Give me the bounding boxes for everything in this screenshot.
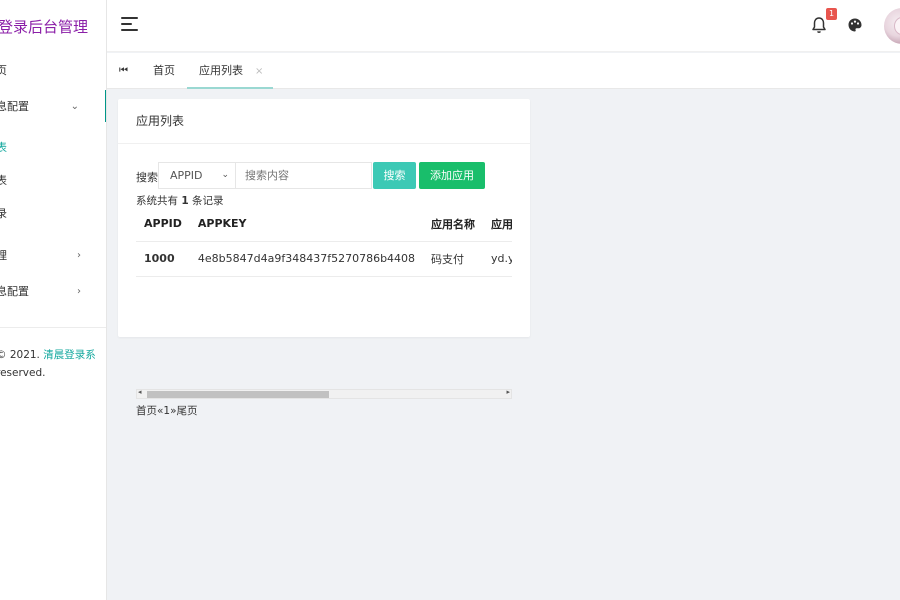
menu-toggle-icon[interactable] xyxy=(121,17,138,31)
search-button[interactable]: 搜索 xyxy=(373,162,416,189)
copyright: © 2021. 清晨登录系 reserved. xyxy=(0,346,96,382)
search-field-select[interactable]: APPID ⌄ xyxy=(158,162,236,189)
tab-home[interactable]: 首页 xyxy=(153,53,175,89)
sidebar-item-label: 录 xyxy=(0,205,7,221)
bell-icon[interactable] xyxy=(811,16,827,34)
table-row: 1000 4e8b5847d4a9f348437f5270786b4408 码支… xyxy=(136,241,512,277)
record-count-value: 1 xyxy=(181,195,189,207)
copyright-prefix: © 2021. xyxy=(0,349,44,361)
tab-bar: ⏮ 首页 应用列表 × xyxy=(107,53,900,89)
scroll-right-arrow-icon[interactable]: ▸ xyxy=(506,388,510,396)
column-header-app-name: 应用名称 xyxy=(423,207,484,242)
pagination[interactable]: 首页«1»尾页 xyxy=(136,403,198,418)
sidebar-item-label: 页 xyxy=(0,62,7,78)
tab-app-list[interactable]: 应用列表 × xyxy=(187,53,273,89)
table-horizontal-scrollbar[interactable]: ◂ ▸ xyxy=(136,388,512,399)
sidebar-item-label: 息配置 xyxy=(0,285,29,298)
record-count: 系统共有 1 条记录 xyxy=(136,193,224,208)
column-header-app-domain: 应用域名 xyxy=(483,207,512,242)
copyright-line2: reserved. xyxy=(0,367,46,379)
sidebar-item-label: 息配置 xyxy=(0,100,29,113)
chevron-right-icon: › xyxy=(77,285,81,297)
cell-appid: 1000 xyxy=(136,241,190,277)
app-table-wrapper: APPID APPKEY 应用名称 应用域名 1000 4e8b5847d4a9… xyxy=(136,207,512,377)
chevron-right-icon: › xyxy=(77,249,81,261)
sidebar-item-app-list[interactable]: 表 xyxy=(0,131,106,163)
sidebar-item-list-2[interactable]: 表 xyxy=(0,164,106,196)
app-list-card: 应用列表 搜索 APPID ⌄ 搜索 添加应用 系统共有 1 条记录 APPID… xyxy=(118,99,530,417)
sidebar-item-records[interactable]: 录 xyxy=(0,197,106,229)
tab-scroll-left-icon[interactable]: ⏮ xyxy=(119,65,128,76)
sidebar-item-label: 表 xyxy=(0,172,7,188)
record-suffix: 条记录 xyxy=(188,195,224,207)
column-header-appid: APPID xyxy=(136,207,190,242)
table-header-row: APPID APPKEY 应用名称 应用域名 xyxy=(136,207,512,242)
app-table: APPID APPKEY 应用名称 应用域名 1000 4e8b5847d4a9… xyxy=(136,207,512,277)
sidebar-item-home[interactable]: 页 xyxy=(0,54,106,86)
search-input[interactable] xyxy=(236,162,372,189)
cell-appkey: 4e8b5847d4a9f348437f5270786b4408 xyxy=(189,241,424,277)
chevron-down-icon: ⌄ xyxy=(221,170,229,180)
tab-label: 应用列表 xyxy=(199,64,243,77)
sidebar-divider xyxy=(0,327,106,328)
palette-icon[interactable] xyxy=(847,17,863,33)
scroll-left-arrow-icon[interactable]: ◂ xyxy=(138,388,142,396)
search-bar: 搜索 APPID ⌄ 搜索 添加应用 xyxy=(136,162,516,189)
avatar[interactable] xyxy=(884,8,900,44)
search-label: 搜索 xyxy=(136,171,158,184)
sidebar-item-config[interactable]: 息配置 ⌄ xyxy=(0,90,106,122)
sidebar-item-config-2[interactable]: 息配置 › xyxy=(0,275,106,307)
record-prefix: 系统共有 xyxy=(136,195,182,207)
sidebar: 登录后台管理 页 息配置 ⌄ 表 表 录 理 › 息配置 › © 2021. 清… xyxy=(0,0,107,600)
add-app-button[interactable]: 添加应用 xyxy=(419,162,485,189)
brand-title: 登录后台管理 xyxy=(0,18,89,36)
notification-badge: 1 xyxy=(826,8,837,20)
sidebar-item-label: 表 xyxy=(0,139,7,155)
sidebar-item-label: 理 xyxy=(0,247,7,263)
copyright-link[interactable]: 清晨登录系 xyxy=(43,349,96,361)
sidebar-item-manage[interactable]: 理 › xyxy=(0,239,106,271)
cell-app-name: 码支付 xyxy=(423,241,484,277)
select-value: APPID xyxy=(170,169,203,182)
cell-app-domain: yd.ylcom xyxy=(483,241,512,277)
chevron-down-icon: ⌄ xyxy=(70,100,79,112)
card-title: 应用列表 xyxy=(118,99,530,144)
column-header-appkey: APPKEY xyxy=(189,207,424,242)
scrollbar-thumb[interactable] xyxy=(147,391,329,398)
close-icon[interactable]: × xyxy=(255,66,263,77)
top-header: 1 xyxy=(107,0,900,52)
